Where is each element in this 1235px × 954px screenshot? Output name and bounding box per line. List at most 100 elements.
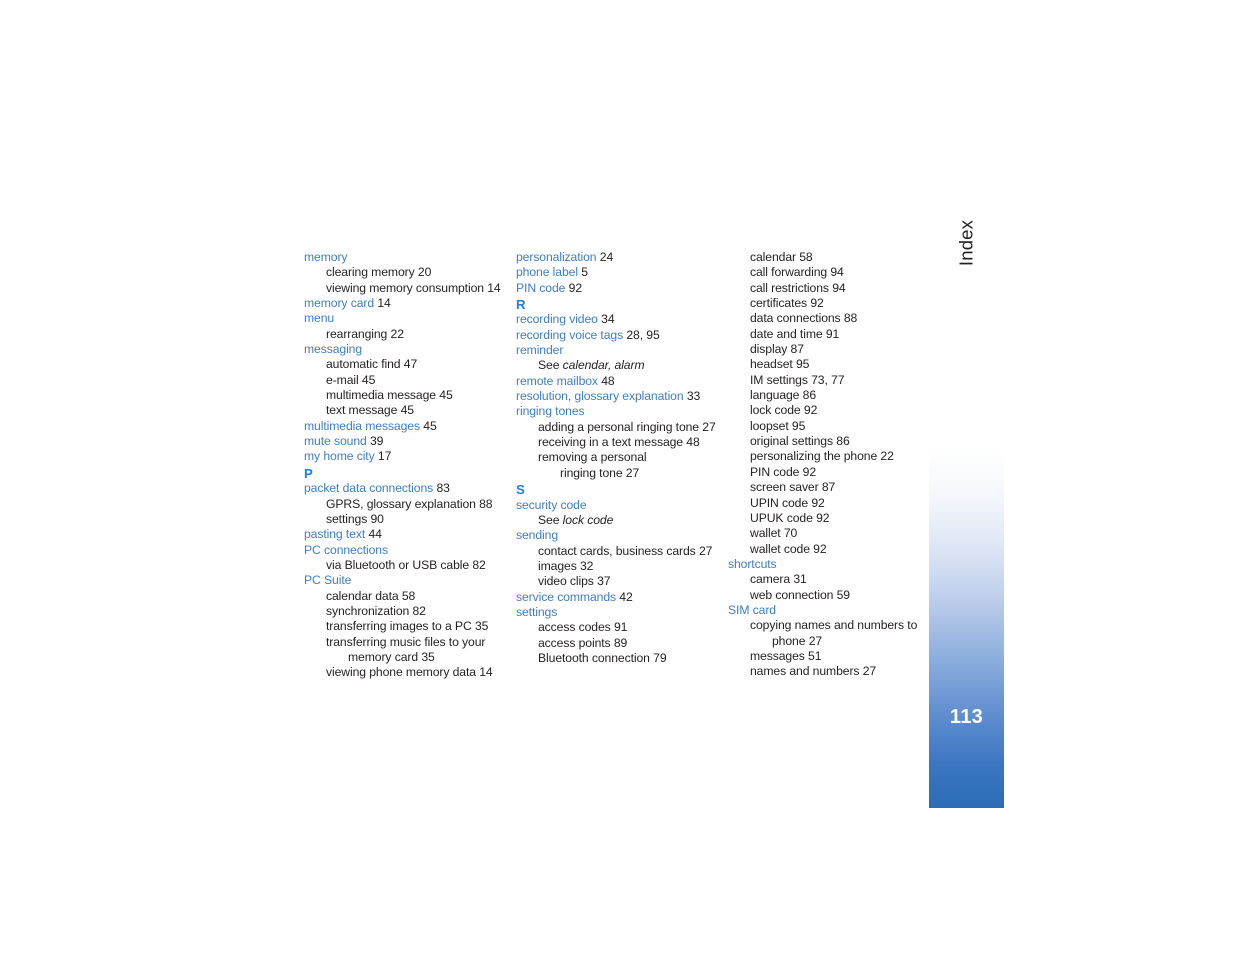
index-subentry: rearranging 22 <box>304 327 516 342</box>
entry-term: call restrictions <box>750 280 829 295</box>
index-entry[interactable]: memory card 14 <box>304 296 516 311</box>
entry-term: ringing tones <box>516 404 585 419</box>
index-entry[interactable]: memory <box>304 250 516 265</box>
index-entry[interactable]: PC connections <box>304 543 516 558</box>
index-entry[interactable]: phone label 5 <box>516 265 728 280</box>
entry-term: settings <box>516 604 558 619</box>
index-subentry: e-mail 45 <box>304 373 516 388</box>
entry-term: calendar data <box>326 588 399 603</box>
entry-term: service commands <box>516 589 616 604</box>
index-subentry: data connections 88 <box>728 311 924 326</box>
entry-page-number: 92 <box>568 280 582 295</box>
index-subentry: lock code 92 <box>728 403 924 418</box>
index-subentry: Bluetooth connection 79 <box>516 651 728 666</box>
index-entry[interactable]: PC Suite <box>304 573 516 588</box>
index-column-3: calendar 58 call forwarding 94 call restri… <box>728 250 924 680</box>
index-subentry: See calendar, alarm <box>516 358 728 373</box>
index-entry[interactable]: ringing tones <box>516 404 728 419</box>
entry-page-number: 14 <box>377 296 391 311</box>
entry-term: headset <box>750 357 793 372</box>
index-subentry: wallet code 92 <box>728 542 924 557</box>
entry-term: names and numbers <box>750 664 860 679</box>
index-entry[interactable]: remote mailbox 48 <box>516 374 728 389</box>
entry-term: memory <box>304 250 348 264</box>
entry-term: memory card <box>304 296 375 311</box>
entry-term: multimedia messages <box>304 418 420 433</box>
entry-page-number: 28, 95 <box>626 327 660 342</box>
entry-term: viewing phone memory data <box>326 665 476 680</box>
index-subentry: clearing memory 20 <box>304 265 516 280</box>
index-entry[interactable]: personalization 24 <box>516 250 728 265</box>
entry-page-number: 87 <box>821 480 836 495</box>
index-entry[interactable]: recording voice tags 28, 95 <box>516 328 728 343</box>
entry-page-number: 47 <box>403 357 418 372</box>
entry-page-number: 92 <box>802 464 816 479</box>
entry-term: synchronization <box>326 603 410 618</box>
index-subentry: GPRS, glossary explanation 88 <box>304 497 516 512</box>
index-entry[interactable]: settings <box>516 605 728 620</box>
entry-term: contact cards, business cards <box>538 543 696 558</box>
index-entry[interactable]: mute sound 39 <box>304 434 516 449</box>
index-subentry: IM settings 73, 77 <box>728 373 924 388</box>
index-subentry: screen saver 87 <box>728 480 924 495</box>
entry-term: date and time <box>750 326 823 341</box>
entry-page-number: 86 <box>836 434 850 449</box>
entry-term: transferring music files to your <box>326 634 486 649</box>
index-subentry: messages 51 <box>728 649 924 664</box>
index-entry[interactable]: PIN code 92 <box>516 281 728 296</box>
index-subentry: access points 89 <box>516 636 728 651</box>
index-subentry: names and numbers 27 <box>728 664 924 679</box>
entry-page-number: 35 <box>474 619 489 634</box>
index-subentry: transferring images to a PC 35 <box>304 619 516 634</box>
entry-term: pasting text <box>304 527 366 542</box>
index-entry[interactable]: service commands 42 <box>516 590 728 605</box>
index-entry[interactable]: resolution, glossary explanation 33 <box>516 389 728 404</box>
entry-page-number: 45 <box>361 372 376 387</box>
entry-term: multimedia message <box>326 388 436 403</box>
index-entry[interactable]: reminder <box>516 343 728 358</box>
index-entry[interactable]: SIM card <box>728 603 924 618</box>
index-entry[interactable]: messaging <box>304 342 516 357</box>
entry-term: resolution, glossary explanation <box>516 389 684 404</box>
entry-term: language <box>750 388 800 403</box>
entry-term: wallet <box>750 526 781 541</box>
entry-page-number: 58 <box>401 588 416 603</box>
entry-term: packet data connections <box>304 481 434 496</box>
index-subentry: copying names and numbers to <box>728 618 924 633</box>
index-entry[interactable]: recording video 34 <box>516 312 728 327</box>
index-entry[interactable]: menu <box>304 311 516 326</box>
index-entry[interactable]: sending <box>516 528 728 543</box>
entry-page-number: 45 <box>439 388 453 403</box>
index-subentry: loopset 95 <box>728 419 924 434</box>
entry-term: certificates <box>750 296 808 311</box>
index-entry[interactable]: shortcuts <box>728 557 924 572</box>
entry-page-number: 17 <box>377 449 392 464</box>
entry-page-number: 27 <box>808 633 823 648</box>
index-entry[interactable]: multimedia messages 45 <box>304 419 516 434</box>
index-entry[interactable]: pasting text 44 <box>304 527 516 542</box>
entry-term: access points <box>538 635 611 650</box>
entry-page-number: 79 <box>653 650 667 665</box>
entry-term: sending <box>516 528 558 543</box>
index-entry[interactable]: my home city 17 <box>304 449 516 464</box>
entry-page-number: 20 <box>417 265 432 280</box>
index-entry[interactable]: packet data connections 83 <box>304 481 516 496</box>
entry-term: reminder <box>516 343 564 358</box>
index-subentry: transferring music files to your <box>304 635 516 650</box>
index-subentry: display 87 <box>728 342 924 357</box>
entry-page-number: 35 <box>421 649 435 664</box>
entry-term: phone <box>772 633 806 648</box>
entry-term: viewing memory consumption <box>326 280 484 295</box>
entry-term: screen saver <box>750 480 819 495</box>
entry-term: my home city <box>304 449 375 464</box>
letter-heading-p: P <box>304 465 313 481</box>
index-subentry: via Bluetooth or USB cable 82 <box>304 558 516 573</box>
entry-term: transferring images to a PC <box>326 619 472 634</box>
index-subentry: viewing phone memory data 14 <box>304 665 516 680</box>
entry-term: removing a personal <box>538 450 647 465</box>
entry-term: PC Suite <box>304 573 352 588</box>
entry-term: e-mail <box>326 372 359 387</box>
entry-term: recording video <box>516 312 598 327</box>
index-entry[interactable]: security code <box>516 498 728 513</box>
entry-page-number: 82 <box>472 557 486 572</box>
